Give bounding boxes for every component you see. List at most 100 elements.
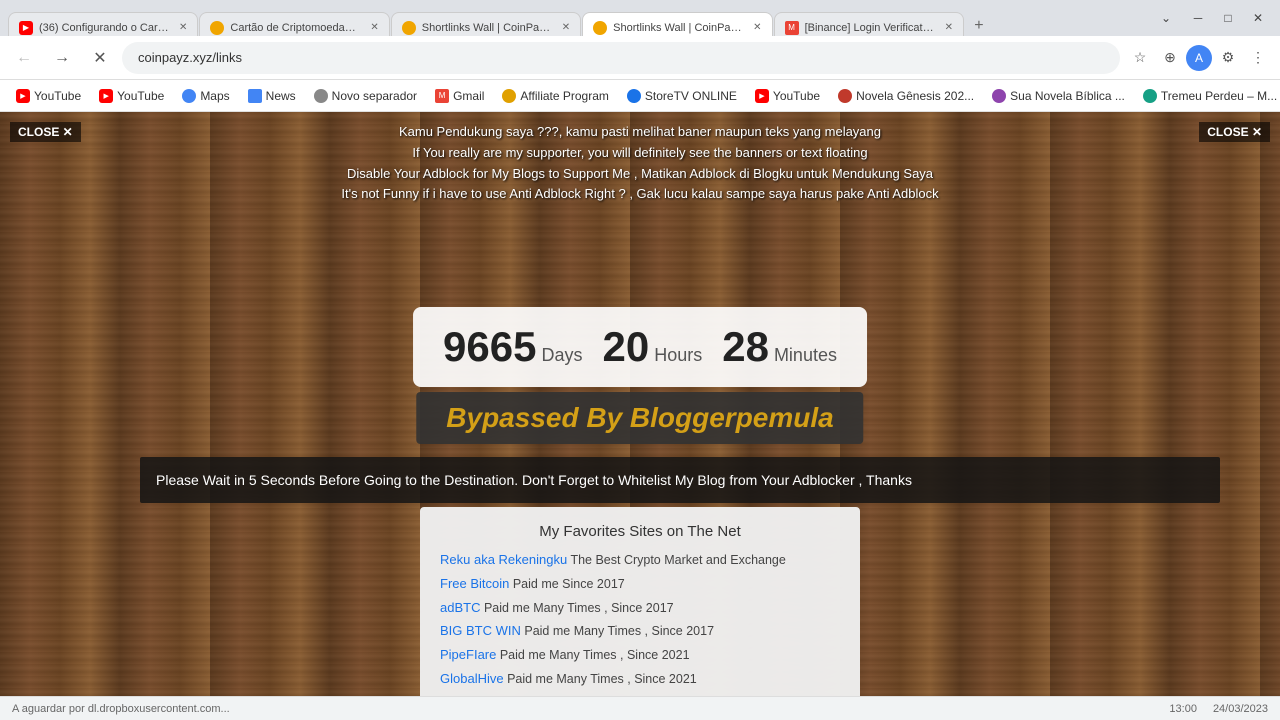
fav-item-6: Horizen Faucet Paid me Many Times , Sinc… bbox=[440, 693, 840, 697]
counter-box: 9665 Days 20 Hours 28 Minutes bbox=[413, 307, 867, 387]
fav-link-2[interactable]: adBTC bbox=[440, 600, 480, 615]
menu-icon[interactable]: ⋮ bbox=[1244, 44, 1272, 72]
bookmark-news[interactable]: News bbox=[240, 84, 304, 108]
bookmark-favicon-yt3: ▶ bbox=[755, 89, 769, 103]
bookmark-favicon-gmail: M bbox=[435, 89, 449, 103]
bookmark-tremeu[interactable]: Tremeu Perdeu – M... bbox=[1135, 84, 1280, 108]
status-url: A aguardar por dl.dropboxusercontent.com… bbox=[12, 703, 1153, 715]
fav-link-3[interactable]: BIG BTC WIN bbox=[440, 623, 521, 638]
browser-frame: ▶ (36) Configurando o Cartão d... ✕ Cart… bbox=[0, 0, 1280, 720]
fav-desc-5: Paid me Many Times , Since 2021 bbox=[504, 672, 697, 686]
new-tab-button[interactable]: + bbox=[965, 12, 993, 36]
bookmark-youtube-3[interactable]: ▶ YouTube bbox=[747, 84, 828, 108]
tab-favicon-4 bbox=[593, 21, 607, 35]
fav-desc-1: Paid me Since 2017 bbox=[509, 577, 624, 591]
window-controls: ─ □ ✕ bbox=[1184, 4, 1272, 32]
minutes-value: 28 bbox=[722, 323, 769, 371]
bookmark-affiliate[interactable]: Affiliate Program bbox=[494, 84, 616, 108]
fav-item-5: GlobalHive Paid me Many Times , Since 20… bbox=[440, 669, 840, 689]
hours-label: Hours bbox=[654, 345, 702, 366]
close-button-left[interactable]: CLOSE ✕ bbox=[10, 122, 81, 142]
tab-list-button[interactable]: ⌄ bbox=[1152, 4, 1180, 32]
address-bar[interactable] bbox=[122, 42, 1120, 74]
tab-close-4[interactable]: ✕ bbox=[753, 22, 761, 33]
fav-link-1[interactable]: Free Bitcoin bbox=[440, 576, 509, 591]
bookmark-favicon-tremeu bbox=[1143, 89, 1157, 103]
bookmark-gmail[interactable]: M Gmail bbox=[427, 84, 492, 108]
bookmark-favicon-novela bbox=[838, 89, 852, 103]
bookmark-label: YouTube bbox=[34, 89, 81, 103]
maximize-button[interactable]: □ bbox=[1214, 4, 1242, 32]
bookmark-storetv[interactable]: StoreTV ONLINE bbox=[619, 84, 745, 108]
hours-value: 20 bbox=[602, 323, 649, 371]
bookmark-icon[interactable]: ⊕ bbox=[1156, 44, 1184, 72]
bookmark-label: Affiliate Program bbox=[520, 89, 608, 103]
minutes-label: Minutes bbox=[774, 345, 837, 366]
bookmark-label: Novela Gênesis 202... bbox=[856, 89, 974, 103]
bookmark-favicon-affiliate bbox=[502, 89, 516, 103]
fav-item-4: PipeFIare Paid me Many Times , Since 202… bbox=[440, 645, 840, 665]
bookmark-favicon-yt2: ▶ bbox=[99, 89, 113, 103]
fav-link-4[interactable]: PipeFIare bbox=[440, 647, 496, 662]
status-date: 24/03/2023 bbox=[1213, 703, 1268, 715]
status-right: 13:00 24/03/2023 bbox=[1169, 703, 1268, 715]
days-value: 9665 bbox=[443, 323, 536, 371]
profile-icon[interactable]: A bbox=[1186, 45, 1212, 71]
bookmark-label: StoreTV ONLINE bbox=[645, 89, 737, 103]
message-line-1: Kamu Pendukung saya ???, kamu pasti meli… bbox=[290, 122, 990, 143]
bookmark-favicon-maps bbox=[182, 89, 196, 103]
tab-1[interactable]: ▶ (36) Configurando o Cartão d... ✕ bbox=[8, 12, 198, 36]
tab-5[interactable]: M [Binance] Login Verification ✕ bbox=[774, 12, 964, 36]
wait-text: Please Wait in 5 Seconds Before Going to… bbox=[156, 469, 1204, 491]
extensions-icon[interactable]: ⚙ bbox=[1214, 44, 1242, 72]
tab-4[interactable]: Shortlinks Wall | CoinPayz -... ✕ bbox=[582, 12, 772, 36]
bookmark-new-tab[interactable]: Novo separador bbox=[306, 84, 425, 108]
minutes-counter: 28 Minutes bbox=[722, 323, 837, 371]
tab-close-5[interactable]: ✕ bbox=[945, 22, 953, 33]
fav-desc-4: Paid me Many Times , Since 2021 bbox=[496, 648, 689, 662]
favorites-title: My Favorites Sites on The Net bbox=[440, 523, 840, 540]
status-bar: A aguardar por dl.dropboxusercontent.com… bbox=[0, 696, 1280, 720]
message-text-block: Kamu Pendukung saya ???, kamu pasti meli… bbox=[290, 122, 990, 205]
close-button-right[interactable]: CLOSE ✕ bbox=[1199, 122, 1270, 142]
back-button[interactable]: ← bbox=[8, 42, 40, 74]
bookmark-label: Maps bbox=[200, 89, 229, 103]
bookmarks-bar: ▶ YouTube ▶ YouTube Maps News Novo separ… bbox=[0, 80, 1280, 112]
bookmark-label: YouTube bbox=[773, 89, 820, 103]
bookmark-youtube-2[interactable]: ▶ YouTube bbox=[91, 84, 172, 108]
message-line-3: Disable Your Adblock for My Blogs to Sup… bbox=[290, 164, 990, 185]
bookmark-maps[interactable]: Maps bbox=[174, 84, 237, 108]
bookmark-favicon-sua bbox=[992, 89, 1006, 103]
bookmark-favicon-yt1: ▶ bbox=[16, 89, 30, 103]
message-line-2: If You really are my supporter, you will… bbox=[290, 143, 990, 164]
tab-close-2[interactable]: ✕ bbox=[370, 22, 378, 33]
tab-close-3[interactable]: ✕ bbox=[562, 22, 570, 33]
bookmark-label: Sua Novela Bíblica ... bbox=[1010, 89, 1125, 103]
fav-link-0[interactable]: Reku aka Rekeningku bbox=[440, 552, 567, 567]
fav-item-1: Free Bitcoin Paid me Since 2017 bbox=[440, 574, 840, 594]
days-label: Days bbox=[541, 345, 582, 366]
forward-button[interactable]: → bbox=[46, 42, 78, 74]
fav-link-6[interactable]: Horizen Faucet bbox=[440, 695, 528, 697]
wait-box: Please Wait in 5 Seconds Before Going to… bbox=[140, 457, 1220, 503]
fav-link-5[interactable]: GlobalHive bbox=[440, 671, 504, 686]
bookmark-novela[interactable]: Novela Gênesis 202... bbox=[830, 84, 982, 108]
bookmark-label: News bbox=[266, 89, 296, 103]
bookmark-favicon-news bbox=[248, 89, 262, 103]
tab-close-1[interactable]: ✕ bbox=[179, 22, 187, 33]
minimize-button[interactable]: ─ bbox=[1184, 4, 1212, 32]
bookmark-star-icon[interactable]: ☆ bbox=[1126, 44, 1154, 72]
tab-3[interactable]: Shortlinks Wall | CoinPayz -... ✕ bbox=[391, 12, 581, 36]
fav-item-3: BIG BTC WIN Paid me Many Times , Since 2… bbox=[440, 621, 840, 641]
tab-title-1: (36) Configurando o Cartão d... bbox=[39, 22, 169, 34]
tab-2[interactable]: Cartão de Criptomoedas da... ✕ bbox=[199, 12, 389, 36]
reload-button[interactable]: ✕ bbox=[84, 42, 116, 74]
tab-title-4: Shortlinks Wall | CoinPayz -... bbox=[613, 22, 743, 34]
bookmark-label: YouTube bbox=[117, 89, 164, 103]
bypassed-banner: Bypassed By Bloggerpemula bbox=[416, 392, 863, 444]
fav-desc-2: Paid me Many Times , Since 2017 bbox=[480, 601, 673, 615]
bookmark-sua[interactable]: Sua Novela Bíblica ... bbox=[984, 84, 1133, 108]
tab-favicon-5: M bbox=[785, 21, 799, 35]
bookmark-youtube-1[interactable]: ▶ YouTube bbox=[8, 84, 89, 108]
close-window-button[interactable]: ✕ bbox=[1244, 4, 1272, 32]
